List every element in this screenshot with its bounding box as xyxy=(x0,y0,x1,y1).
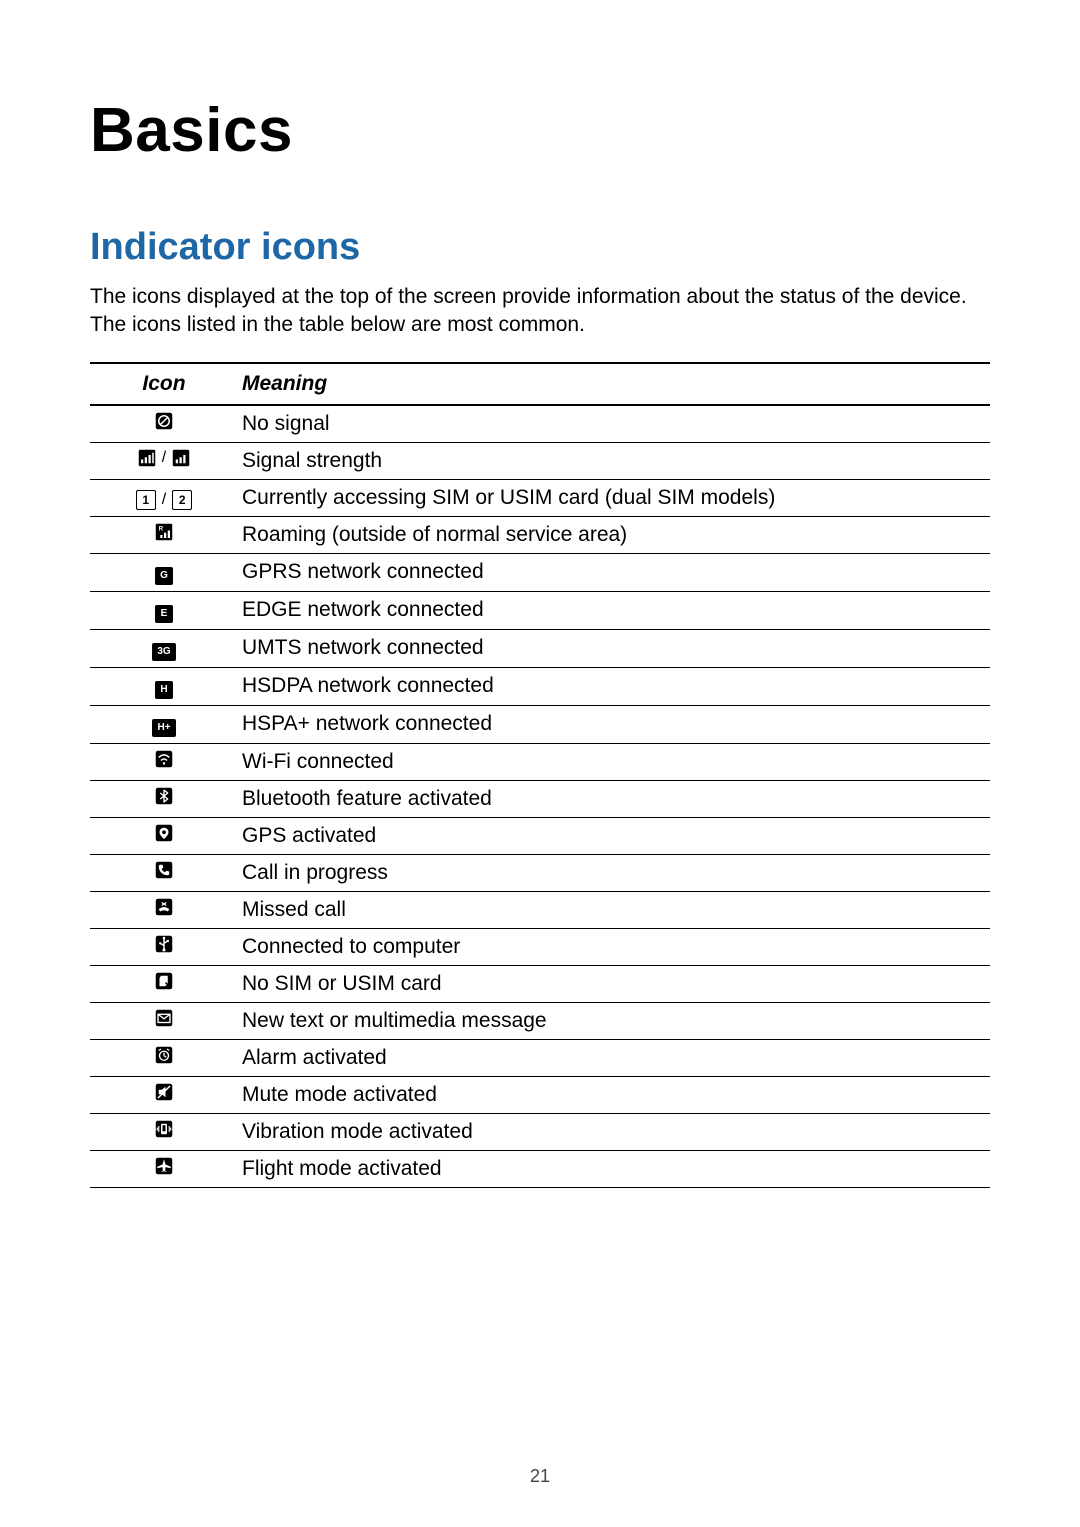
icon-cell: E xyxy=(90,591,238,629)
icon-cell: G xyxy=(90,553,238,591)
intro-paragraph: The icons displayed at the top of the sc… xyxy=(90,283,990,340)
table-row: Call in progress xyxy=(90,854,990,891)
table-row: Bluetooth feature activated xyxy=(90,780,990,817)
table-row: E EDGE network connected xyxy=(90,591,990,629)
icon-cell xyxy=(90,928,238,965)
meaning-cell: Signal strength xyxy=(238,442,990,479)
table-header-row: Icon Meaning xyxy=(90,363,990,405)
meaning-cell: GPRS network connected xyxy=(238,553,990,591)
table-row: H HSDPA network connected xyxy=(90,667,990,705)
page-number: 21 xyxy=(0,1466,1080,1487)
wifi-icon xyxy=(155,750,173,768)
icon-cell: H xyxy=(90,667,238,705)
meaning-cell: Wi-Fi connected xyxy=(238,743,990,780)
table-header-meaning: Meaning xyxy=(238,363,990,405)
table-row: Alarm activated xyxy=(90,1039,990,1076)
hspaplus-icon: H+ xyxy=(152,719,176,737)
svg-text:R: R xyxy=(159,526,164,532)
table-row: Mute mode activated xyxy=(90,1076,990,1113)
icon-cell xyxy=(90,817,238,854)
meaning-cell: Mute mode activated xyxy=(238,1076,990,1113)
meaning-cell: Roaming (outside of normal service area) xyxy=(238,516,990,553)
flight-mode-icon xyxy=(155,1157,173,1175)
meaning-cell: Vibration mode activated xyxy=(238,1113,990,1150)
icon-cell xyxy=(90,891,238,928)
section-heading: Indicator icons xyxy=(90,226,990,269)
icon-cell xyxy=(90,1002,238,1039)
meaning-cell: HSDPA network connected xyxy=(238,667,990,705)
meaning-cell: Missed call xyxy=(238,891,990,928)
table-row: GPS activated xyxy=(90,817,990,854)
table-row: / Signal strength xyxy=(90,442,990,479)
meaning-cell: Flight mode activated xyxy=(238,1150,990,1187)
meaning-cell: UMTS network connected xyxy=(238,629,990,667)
no-signal-icon xyxy=(155,412,173,430)
table-row: Missed call xyxy=(90,891,990,928)
missed-call-icon xyxy=(155,898,173,916)
meaning-cell: Connected to computer xyxy=(238,928,990,965)
meaning-cell: No SIM or USIM card xyxy=(238,965,990,1002)
usb-icon xyxy=(155,935,173,953)
icon-cell: / xyxy=(90,442,238,479)
roaming-icon: R xyxy=(155,523,173,541)
hsdpa-icon: H xyxy=(155,681,173,699)
mute-icon xyxy=(155,1083,173,1101)
icon-cell: 3G xyxy=(90,629,238,667)
icon-cell: H+ xyxy=(90,705,238,743)
table-row: Vibration mode activated xyxy=(90,1113,990,1150)
message-icon xyxy=(155,1009,173,1027)
table-row: New text or multimedia message xyxy=(90,1002,990,1039)
icon-cell xyxy=(90,405,238,443)
icon-cell xyxy=(90,1039,238,1076)
table-row: Connected to computer xyxy=(90,928,990,965)
icon-cell xyxy=(90,780,238,817)
icon-cell xyxy=(90,1150,238,1187)
icon-cell: 1/2 xyxy=(90,479,238,516)
vibrate-icon xyxy=(153,1120,175,1138)
bluetooth-icon xyxy=(155,787,173,805)
edge-icon: E xyxy=(155,605,173,623)
signal-strength-icon: / xyxy=(138,449,190,467)
icon-cell xyxy=(90,743,238,780)
table-row: Flight mode activated xyxy=(90,1150,990,1187)
table-row: Wi-Fi connected xyxy=(90,743,990,780)
no-sim-icon xyxy=(155,972,173,990)
table-row: 1/2 Currently accessing SIM or USIM card… xyxy=(90,479,990,516)
document-page: Basics Indicator icons The icons display… xyxy=(0,0,1080,1527)
icon-cell: R xyxy=(90,516,238,553)
call-icon xyxy=(155,861,173,879)
meaning-cell: Alarm activated xyxy=(238,1039,990,1076)
gprs-icon: G xyxy=(155,567,173,585)
meaning-cell: Bluetooth feature activated xyxy=(238,780,990,817)
table-row: H+ HSPA+ network connected xyxy=(90,705,990,743)
meaning-cell: GPS activated xyxy=(238,817,990,854)
table-row: 3G UMTS network connected xyxy=(90,629,990,667)
meaning-cell: Call in progress xyxy=(238,854,990,891)
meaning-cell: EDGE network connected xyxy=(238,591,990,629)
table-row: R Roaming (outside of normal service are… xyxy=(90,516,990,553)
indicator-icons-table: Icon Meaning No signal / xyxy=(90,362,990,1188)
table-row: No SIM or USIM card xyxy=(90,965,990,1002)
icon-cell xyxy=(90,1076,238,1113)
meaning-cell: No signal xyxy=(238,405,990,443)
icon-cell xyxy=(90,1113,238,1150)
umts-icon: 3G xyxy=(152,643,176,661)
meaning-cell: Currently accessing SIM or USIM card (du… xyxy=(238,479,990,516)
alarm-icon xyxy=(155,1046,173,1064)
gps-icon xyxy=(155,824,173,842)
table-row: G GPRS network connected xyxy=(90,553,990,591)
icon-cell xyxy=(90,854,238,891)
icon-cell xyxy=(90,965,238,1002)
sim-access-icon: 1/2 xyxy=(136,490,192,510)
page-title: Basics xyxy=(90,95,990,166)
table-header-icon: Icon xyxy=(90,363,238,405)
meaning-cell: HSPA+ network connected xyxy=(238,705,990,743)
table-row: No signal xyxy=(90,405,990,443)
meaning-cell: New text or multimedia message xyxy=(238,1002,990,1039)
